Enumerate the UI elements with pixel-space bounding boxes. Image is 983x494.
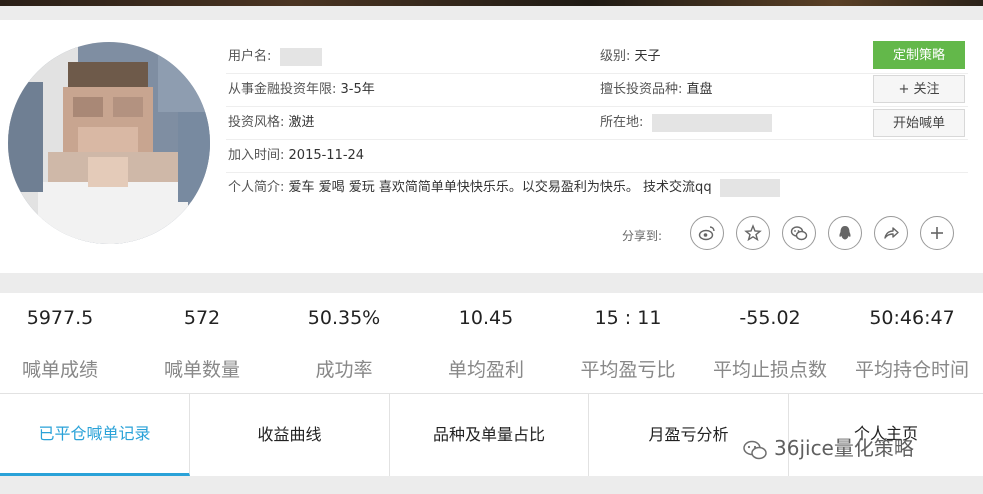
- qq-icon[interactable]: [828, 216, 862, 250]
- divider: [226, 106, 968, 107]
- specialty-value: 直盘: [686, 82, 713, 97]
- joined-label: 加入时间:: [228, 148, 285, 163]
- stat-value: -55.02: [739, 307, 801, 329]
- location-label: 所在地:: [600, 115, 644, 130]
- header-image-strip: [0, 0, 983, 6]
- style-label: 投资风格:: [228, 115, 285, 130]
- bio-row: 个人简介: 爱车 爱喝 爱玩 喜欢简简单单快快乐乐。以交易盈利为快乐。 技术交流…: [228, 172, 780, 204]
- stat-value: 10.45: [458, 307, 514, 329]
- profile-card: 用户名: 级别: 天子 从事金融投资年限: 3-5年 擅长投资品种: 直盘 投资…: [0, 20, 983, 273]
- start-call-button[interactable]: 开始喊单: [873, 109, 965, 137]
- watermark: 36jice量化策略: [742, 432, 914, 461]
- stat-value: 50:46:47: [869, 307, 955, 329]
- weibo-icon[interactable]: [690, 216, 724, 250]
- username-label: 用户名:: [228, 49, 272, 64]
- years-value: 3-5年: [340, 82, 375, 97]
- username-row: 用户名:: [228, 41, 322, 73]
- style-value: 激进: [288, 115, 315, 130]
- specialty-row: 擅长投资品种: 直盘: [600, 74, 713, 106]
- location-row: 所在地:: [600, 107, 772, 139]
- stat-value: 5977.5: [26, 307, 94, 329]
- style-row: 投资风格: 激进: [228, 107, 315, 139]
- wechat-watermark-icon: [743, 440, 767, 459]
- stat-label: 平均盈亏比: [580, 359, 676, 381]
- location-value-redacted: [651, 113, 772, 132]
- joined-row: 加入时间: 2015-11-24: [228, 140, 364, 172]
- stat-value: 50.35%: [307, 307, 381, 329]
- username-value-redacted: [279, 47, 322, 66]
- avatar: [8, 42, 210, 244]
- plus-icon[interactable]: [920, 216, 954, 250]
- level-row: 级别: 天子: [600, 41, 661, 73]
- qq-number-redacted: [719, 178, 780, 197]
- level-label: 级别:: [600, 49, 631, 64]
- years-label: 从事金融投资年限:: [228, 82, 337, 97]
- bio-value: 爱车 爱喝 爱玩 喜欢简简单单快快乐乐。以交易盈利为快乐。 技术交流qq: [288, 180, 712, 195]
- watermark-text: 36jice量化策略: [774, 436, 914, 460]
- stat-label: 喊单成绩: [21, 359, 98, 381]
- share-label: 分享到:: [622, 229, 663, 243]
- tab-symbol-share[interactable]: 品种及单量占比: [390, 394, 589, 476]
- custom-strategy-button[interactable]: 定制策略: [873, 41, 965, 69]
- stats-panel: 5977.5 喊单成绩 572 喊单数量 50.35% 成功率 10.45 单均…: [0, 293, 983, 393]
- stat-label: 成功率: [315, 359, 373, 381]
- joined-value: 2015-11-24: [288, 148, 365, 163]
- tab-closed-calls[interactable]: 已平仓喊单记录: [0, 394, 190, 476]
- stat-label: 喊单数量: [163, 359, 240, 381]
- star-icon[interactable]: [736, 216, 770, 250]
- stat-label: 单均盈利: [447, 359, 524, 381]
- level-value: 天子: [634, 49, 661, 64]
- stat-value: 15 : 11: [594, 307, 662, 329]
- wechat-icon[interactable]: [782, 216, 816, 250]
- specialty-label: 擅长投资品种:: [600, 82, 683, 97]
- tab-profit-curve[interactable]: 收益曲线: [190, 394, 390, 476]
- stat-label: 平均持仓时间: [854, 359, 969, 381]
- follow-button[interactable]: + 关注: [873, 75, 965, 103]
- years-row: 从事金融投资年限: 3-5年: [228, 74, 375, 106]
- bio-label: 个人简介:: [228, 180, 285, 195]
- share-arrow-icon[interactable]: [874, 216, 908, 250]
- stat-label: 平均止损点数: [712, 359, 827, 381]
- stat-value: 572: [183, 307, 221, 329]
